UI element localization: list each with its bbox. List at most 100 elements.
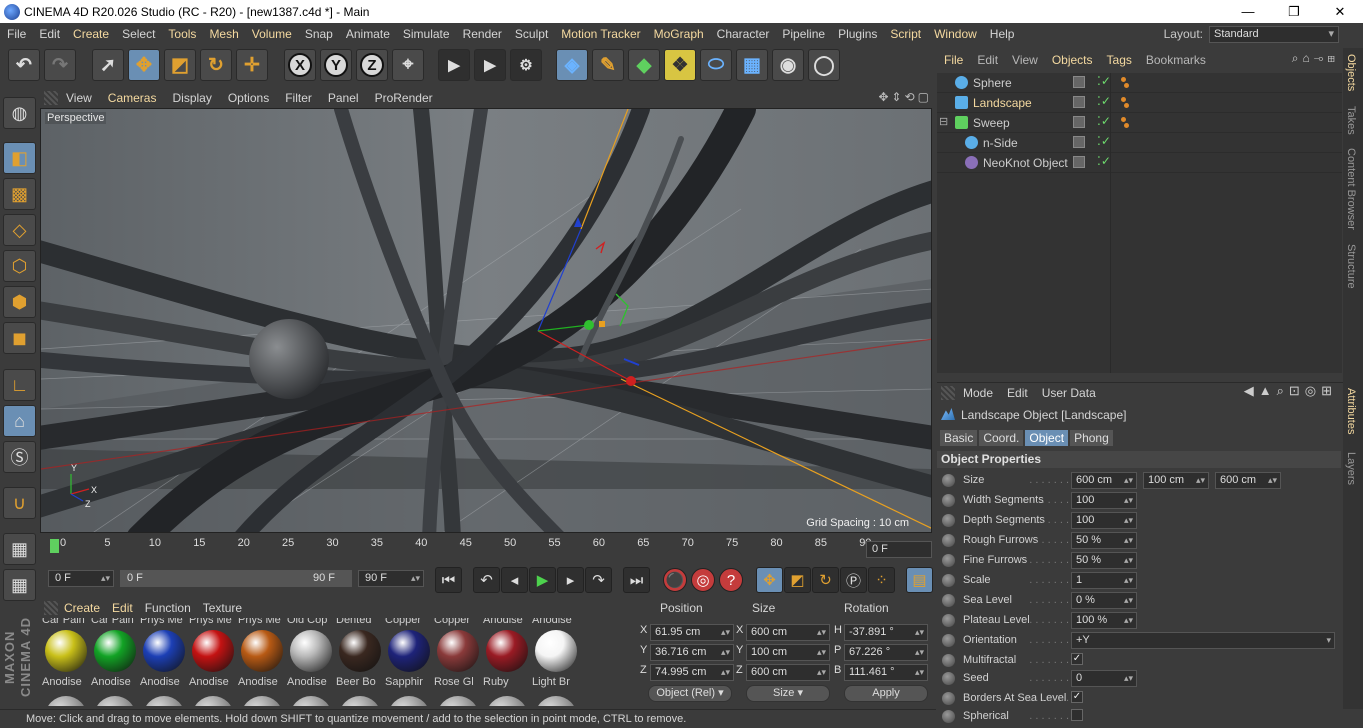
animate-dot-icon[interactable] [942,634,955,647]
menu-edit[interactable]: Edit [32,27,66,41]
size-field[interactable]: 600 cm ▴▾ [746,624,830,641]
object-row[interactable]: ⊟ Sweep ⁚✓ [937,113,1342,133]
playhead-marker[interactable] [50,539,59,553]
viewport-menu-filter[interactable]: Filter [277,91,320,105]
menu-sculpt[interactable]: Sculpt [508,27,554,41]
spherical-checkbox[interactable] [1071,709,1083,721]
viewport-menu-options[interactable]: Options [220,91,277,105]
rotation-field[interactable]: 111.461 ° ▴▾ [844,664,928,681]
material-preview-row2[interactable] [241,696,283,706]
object-name[interactable]: Sweep [973,116,1010,130]
rotation-field[interactable]: 67.226 ° ▴▾ [844,644,928,661]
next-key-icon[interactable]: ↷ [585,567,612,593]
viewport-menu-display[interactable]: Display [164,91,219,105]
panel-grip-icon[interactable] [941,385,955,400]
animate-dot-icon[interactable] [942,554,955,567]
animate-dot-icon[interactable] [942,672,955,685]
panel-grip-icon[interactable] [44,601,58,615]
animate-dot-icon[interactable] [942,514,955,527]
previous-frame-icon[interactable]: ◂ [501,567,528,593]
menu-plugins[interactable]: Plugins [831,27,883,41]
object-name[interactable]: n-Side [983,136,1018,150]
autokeying-icon[interactable]: ◎ [691,568,715,592]
menu-snap[interactable]: Snap [298,27,339,41]
material-menu-edit[interactable]: Edit [106,601,139,615]
previous-key-icon[interactable]: ↶ [473,567,500,593]
light-icon[interactable]: ◯ [808,49,840,81]
position-field[interactable]: 61.95 cm ▴▾ [650,624,734,641]
animate-dot-icon[interactable] [942,710,955,723]
tab-basic[interactable]: Basic [940,430,978,446]
material-preview-row2[interactable] [45,696,87,706]
record-active-objects-icon[interactable]: ⚫ [663,568,687,592]
phong-tag-icon[interactable] [1121,97,1133,109]
attribute-value-field[interactable]: 100 % ▴▾ [1071,612,1137,629]
y-axis-lock-button[interactable]: Y [320,49,352,81]
tweak-mode-icon[interactable]: ⌂ [3,405,36,437]
go-to-start-icon[interactable]: ⏮ [435,567,462,593]
coordinate-system-icon[interactable]: ⌖ [392,49,424,81]
layer-visibility-icon[interactable] [1073,76,1085,88]
workplane-mode-icon[interactable]: ◇ [3,214,36,246]
live-selection-icon[interactable]: ➚ [92,49,124,81]
material-preview-row2[interactable] [535,696,577,706]
orientation-dropdown[interactable]: +Y ▾ [1071,632,1335,649]
animate-dot-icon[interactable] [942,614,955,627]
redo-icon[interactable]: ↷ [44,49,76,81]
material-swatch[interactable]: Dented Beer Bo [336,618,385,706]
material-preview-row2[interactable] [290,696,332,706]
viewport-menu-panel[interactable]: Panel [320,91,367,105]
multifractal-checkbox[interactable]: ✓ [1071,653,1083,665]
rotation-field[interactable]: -37.891 ° ▴▾ [844,624,928,641]
menu-simulate[interactable]: Simulate [396,27,456,41]
viewport-nav-icons[interactable]: ✥⇕⟲▢ [878,90,932,104]
pen-spline-icon[interactable]: ✎ [592,49,624,81]
object-manager-icons[interactable]: ⌕⌂⊸⊞ [1292,51,1339,66]
animate-dot-icon[interactable] [942,692,955,705]
phong-tag-icon[interactable] [1121,77,1133,89]
attr-menu-mode[interactable]: Mode [955,386,999,400]
model-mode-icon[interactable]: ◧ [3,142,36,174]
frame-ruler[interactable]: 051015202530354045505560657075808590 [50,537,871,559]
animate-dot-icon[interactable] [942,474,955,487]
timeline-window-icon[interactable]: ▤ [906,567,933,593]
side-tab-content-browser[interactable]: Content Browser [1345,148,1357,230]
viewport-menu-cameras[interactable]: Cameras [100,91,165,105]
material-swatch[interactable]: Phys Me Anodise [140,618,189,706]
panel-grip-icon[interactable] [44,91,58,105]
size-x-field[interactable]: 600 cm ▴▾ [1071,472,1137,489]
record-scale-icon[interactable]: ◩ [784,567,811,593]
tab-phong[interactable]: Phong [1070,430,1113,446]
make-editable-icon[interactable]: ◍ [3,97,36,129]
size-y-field[interactable]: 100 cm ▴▾ [1143,472,1209,489]
menu-select[interactable]: Select [115,27,161,41]
coordinate-mode-dropdown[interactable]: Object (Rel) ▾ [648,685,732,702]
scale-tool-icon[interactable]: ◩ [164,49,196,81]
preview-range-slider[interactable]: 0 F 90 F [120,570,352,587]
layer-visibility-icon[interactable] [1073,96,1085,108]
enable-snap-icon[interactable]: ∪ [3,487,36,519]
material-swatch[interactable]: Copper Rose Gl [434,618,483,706]
objmenu-objects[interactable]: Objects [1045,53,1100,67]
menu-create[interactable]: Create [66,27,115,41]
attribute-value-field[interactable]: 100 ▴▾ [1071,512,1137,529]
material-swatch[interactable]: Car Pain Anodise [42,618,91,706]
viewport-menu-prorender[interactable]: ProRender [367,91,441,105]
size-z-field[interactable]: 600 cm ▴▾ [1215,472,1281,489]
animate-dot-icon[interactable] [942,574,955,587]
attribute-nav-icons[interactable]: ◀▲⌕⊡◎⊞ [1244,383,1337,399]
current-frame-field[interactable]: 0 F [866,541,932,558]
position-field[interactable]: 74.995 cm ▴▾ [650,664,734,681]
record-point-level-icon[interactable]: ⁘ [868,567,895,593]
material-preview-row2[interactable] [192,696,234,706]
attribute-value-field[interactable]: 50 % ▴▾ [1071,532,1137,549]
material-swatch[interactable]: Old Cop Anodise [287,618,336,706]
render-view-icon[interactable]: ▶ [438,49,470,81]
viewport-menu-view[interactable]: View [58,91,100,105]
menu-volume[interactable]: Volume [245,27,298,41]
object-name[interactable]: Landscape [973,96,1032,110]
attr-menu-userdata[interactable]: User Data [1034,386,1102,400]
menu-mograph[interactable]: MoGraph [647,27,710,41]
phong-tag-icon[interactable] [1121,117,1133,129]
object-row[interactable]: n-Side ⁚✓ [937,133,1342,153]
